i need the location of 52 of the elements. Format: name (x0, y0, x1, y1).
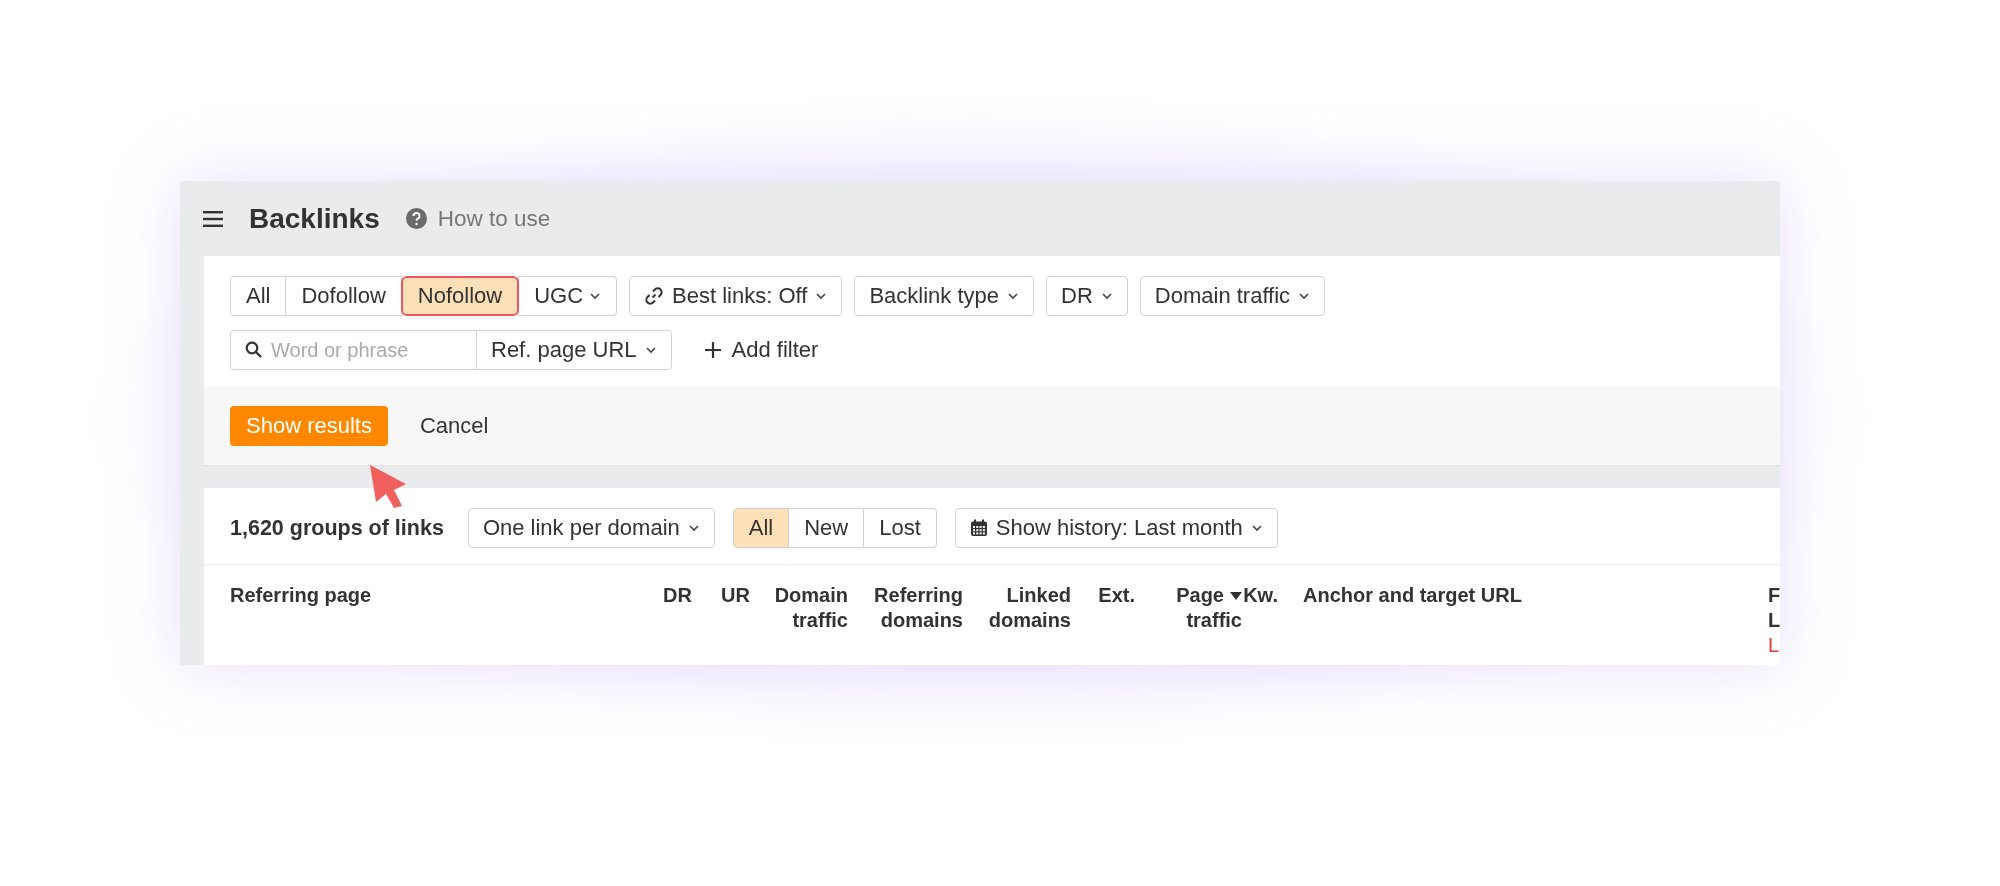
status-tab[interactable]: All (732, 508, 790, 548)
search-field[interactable]: Word or phrase (230, 330, 477, 370)
filter-dropdown[interactable]: DR (1046, 276, 1128, 316)
link-type-tab[interactable]: Nofollow (400, 276, 520, 316)
link-icon (644, 286, 665, 306)
column-header[interactable]: Page (1176, 583, 1242, 608)
link-type-tab[interactable]: All (230, 276, 287, 316)
chevron-icon (1007, 292, 1020, 300)
chevron-icon (1298, 292, 1311, 300)
page-title: Backlinks (249, 202, 380, 235)
column-header[interactable]: domains (880, 608, 963, 633)
chevron-icon (644, 346, 657, 354)
column-header[interactable]: traffic (1186, 608, 1242, 633)
menu-icon[interactable] (203, 210, 223, 227)
how-to-use-link[interactable]: How to use (405, 205, 551, 232)
column-header[interactable]: UR (721, 583, 750, 608)
column-header[interactable]: traffic (792, 608, 848, 633)
plus-icon (703, 341, 722, 359)
scope-dropdown[interactable]: Ref. page URL (476, 330, 672, 370)
column-header[interactable]: Kw. (1243, 583, 1278, 608)
column-header[interactable]: F (1768, 583, 1780, 608)
column-header[interactable]: Domain (774, 583, 848, 608)
status-tab[interactable]: Lost (863, 508, 937, 548)
link-type-tab[interactable]: Dofollow (285, 276, 402, 316)
chevron-icon (1100, 292, 1113, 300)
calendar-icon (969, 519, 988, 537)
cancel-button[interactable]: Cancel (413, 411, 495, 440)
column-header[interactable]: L (1768, 608, 1780, 633)
column-header[interactable]: Linked (1006, 583, 1071, 608)
column-header[interactable]: Referring (874, 583, 963, 608)
filter-dropdown[interactable]: Backlink type (854, 276, 1035, 316)
column-note: L (1768, 633, 1780, 658)
column-header[interactable]: Anchor and target URL (1303, 583, 1522, 608)
history-dropdown[interactable]: Show history: Last month (954, 508, 1278, 548)
column-header[interactable]: Ext. (1098, 583, 1135, 608)
column-header[interactable]: domains (988, 608, 1071, 633)
chevron-icon (589, 292, 602, 300)
help-icon (405, 208, 427, 229)
chevron-icon (1250, 524, 1263, 532)
search-icon (245, 341, 262, 358)
status-tab[interactable]: New (788, 508, 865, 548)
sort-caret-icon (1230, 591, 1242, 600)
add-filter-button[interactable]: Add filter (697, 336, 825, 364)
column-header[interactable]: DR (663, 583, 692, 608)
link-type-tab[interactable]: UGC (518, 276, 618, 316)
filter-dropdown[interactable]: Domain traffic (1139, 276, 1326, 316)
column-header[interactable]: Referring page (230, 583, 372, 608)
filter-dropdown[interactable]: Best links: Off (629, 276, 843, 316)
grouping-dropdown[interactable]: One link per domain (467, 508, 715, 548)
results-count: 1,620 groups of links (230, 515, 444, 541)
chevron-icon (815, 292, 828, 300)
chevron-icon (687, 524, 700, 532)
